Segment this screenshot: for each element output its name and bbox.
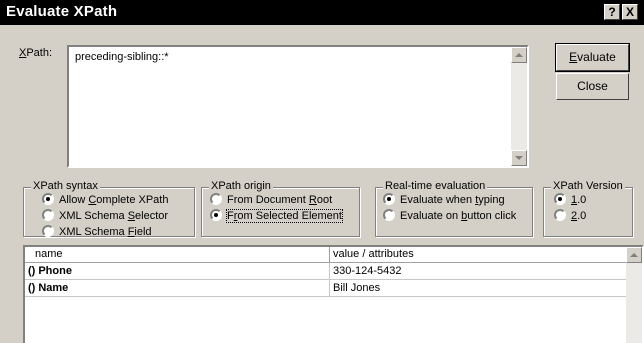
column-header-value[interactable]: value / attributes: [330, 247, 627, 263]
help-button[interactable]: ?: [604, 4, 620, 20]
xpath-origin-title: XPath origin: [209, 180, 273, 192]
xpath-syntax-title: XPath syntax: [31, 180, 100, 192]
scroll-up-button[interactable]: [511, 47, 527, 63]
cell-name: () Name: [25, 280, 330, 297]
radio-icon: [383, 193, 395, 205]
close-button[interactable]: Close: [556, 73, 629, 100]
radio-from-selected-element[interactable]: From Selected Element: [210, 209, 343, 223]
radio-allow-complete-xpath[interactable]: Allow Complete XPath: [42, 193, 168, 206]
radio-evaluate-on-button-click[interactable]: Evaluate on button click: [383, 209, 516, 222]
element-icon: (): [28, 265, 36, 277]
column-header-name[interactable]: name: [25, 247, 330, 263]
radio-icon: [42, 193, 54, 205]
scroll-up-icon: [515, 53, 523, 57]
radio-evaluate-when-typing[interactable]: Evaluate when typing: [383, 193, 505, 206]
scroll-down-icon: [515, 156, 523, 160]
cell-name: () Phone: [25, 263, 330, 280]
scroll-down-button[interactable]: [511, 150, 527, 166]
xpath-input[interactable]: preceding-sibling::*: [67, 45, 529, 168]
results-list[interactable]: name value / attributes () Phone 330-124-…: [23, 245, 644, 343]
xpath-scrollbar[interactable]: [511, 47, 527, 166]
xpath-label: XPath:: [19, 47, 53, 59]
radio-icon: [210, 209, 222, 221]
radio-icon: [554, 193, 566, 205]
evaluate-xpath-dialog: Evaluate XPath ? X XPath: preceding-sibl…: [0, 0, 644, 343]
radio-icon: [210, 193, 222, 205]
element-icon: (): [28, 282, 36, 294]
xpath-input-value: preceding-sibling::*: [75, 51, 169, 63]
radio-xml-schema-selector[interactable]: XML Schema Selector: [42, 209, 168, 222]
scroll-up-icon: [630, 253, 638, 257]
results-scroll-up-button[interactable]: [626, 247, 642, 263]
radio-icon: [42, 209, 54, 221]
close-window-button[interactable]: X: [622, 4, 638, 20]
radio-from-document-root[interactable]: From Document Root: [210, 193, 332, 206]
evaluate-button[interactable]: Evaluate: [555, 43, 630, 72]
radio-icon: [554, 209, 566, 221]
xpath-version-title: XPath Version: [551, 180, 625, 192]
radio-version-1-0[interactable]: 1.0: [554, 193, 586, 206]
realtime-evaluation-title: Real-time evaluation: [383, 180, 488, 192]
radio-xml-schema-field[interactable]: XML Schema Field: [42, 225, 152, 238]
radio-version-2-0[interactable]: 2.0: [554, 209, 586, 222]
radio-icon: [383, 209, 395, 221]
cell-value: Bill Jones: [330, 280, 627, 297]
cell-value: 330-124-5432: [330, 263, 627, 280]
dialog-title: Evaluate XPath: [6, 3, 118, 20]
radio-icon: [42, 225, 54, 237]
results-scrollbar[interactable]: [626, 247, 642, 343]
table-row[interactable]: () Phone 330-124-5432: [25, 263, 627, 280]
title-bar: Evaluate XPath ? X: [0, 0, 644, 25]
table-row[interactable]: () Name Bill Jones: [25, 280, 627, 297]
